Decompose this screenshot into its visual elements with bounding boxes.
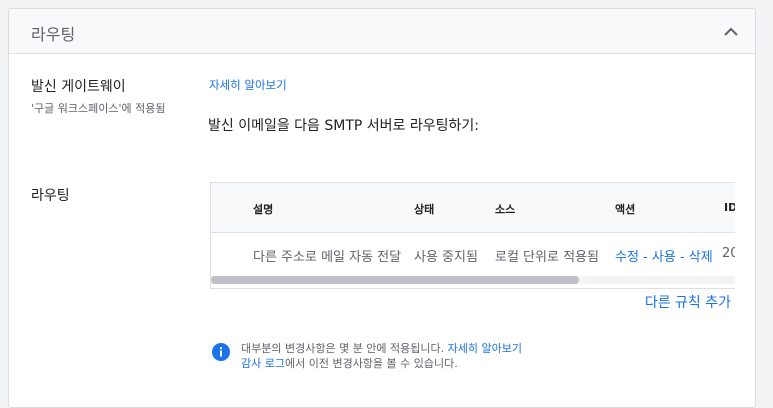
routing-title: 라우팅 (31, 188, 70, 204)
edit-link[interactable]: 수정 (615, 250, 639, 265)
table-header: 설명 상태 소스 액션 ID (211, 183, 735, 233)
horizontal-scrollbar[interactable] (211, 276, 735, 284)
routing-table: 설명 상태 소스 액션 ID 다른 주소로 메일 자동 전달 사용 중지됨 로컬… (210, 182, 735, 289)
chevron-up-icon[interactable] (721, 21, 741, 41)
info-icon (212, 343, 230, 361)
cell-status: 사용 중지됨 (414, 250, 478, 265)
add-rule-button[interactable]: 다른 규칙 추가 (645, 292, 731, 312)
enable-link[interactable]: 사용 (652, 250, 676, 265)
audit-log-link[interactable]: 감사 로그 (241, 357, 285, 370)
info-line-1: 대부분의 변경사항은 몇 분 안에 적용됩니다. 자세히 알아보기 (241, 340, 522, 356)
delete-link[interactable]: 삭제 (689, 250, 713, 265)
card-header[interactable]: 라우팅 (9, 9, 755, 54)
scrollbar-thumb[interactable] (211, 276, 579, 284)
cell-description: 다른 주소로 메일 자동 전달 (253, 250, 402, 265)
info-text: 대부분의 변경사항은 몇 분 안에 적용됩니다. (241, 342, 448, 355)
routing-card: 라우팅 발신 게이트웨이 '구글 워크스페이스'에 적용됨 자세히 알아보기 발… (8, 8, 756, 408)
gateway-title: 발신 게이트웨이 (31, 79, 126, 95)
column-header-status[interactable]: 상태 (414, 201, 434, 217)
learn-more-link[interactable]: 자세히 알아보기 (209, 77, 287, 93)
cell-actions: 수정 - 사용 - 삭제 (615, 246, 713, 265)
card-title: 라우팅 (31, 25, 76, 44)
column-header-id[interactable]: ID (724, 201, 735, 214)
action-separator: - (638, 250, 652, 265)
info-text: 에서 이전 변경사항을 볼 수 있습니다. (284, 357, 458, 370)
gateway-subtitle: '구글 워크스페이스'에 적용됨 (31, 102, 166, 115)
info-line-2: 감사 로그에서 이전 변경사항을 볼 수 있습니다. (241, 355, 458, 371)
cell-id: 20 (722, 246, 735, 261)
column-header-action[interactable]: 액션 (615, 201, 635, 217)
column-header-source[interactable]: 소스 (495, 201, 515, 217)
column-header-description[interactable]: 설명 (253, 201, 273, 217)
action-separator: - (675, 250, 689, 265)
gateway-description: 발신 이메일을 다음 SMTP 서버로 라우팅하기: (208, 118, 480, 134)
info-learn-more-link[interactable]: 자세히 알아보기 (448, 342, 522, 355)
cell-source: 로컬 단위로 적용됨 (495, 250, 599, 265)
